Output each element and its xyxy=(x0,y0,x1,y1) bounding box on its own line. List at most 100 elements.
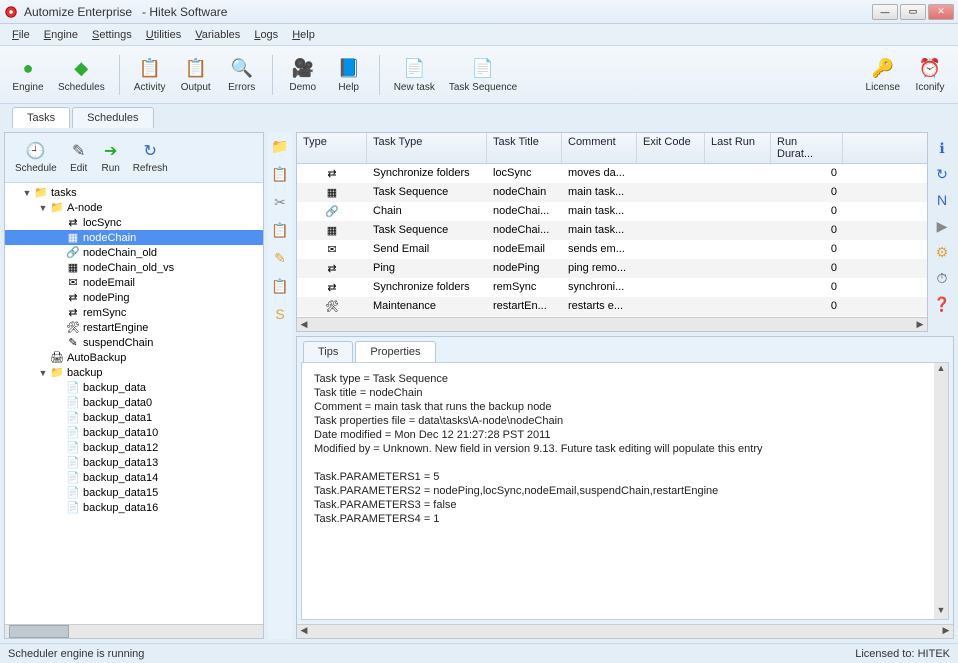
toolbar-errors[interactable]: 🔍Errors xyxy=(222,54,262,95)
tree-item-autobackup[interactable]: 🖨AutoBackup xyxy=(5,350,263,365)
mid-btn-3[interactable]: 📋 xyxy=(270,220,290,240)
maximize-button[interactable]: ▭ xyxy=(900,4,926,20)
status-right: Licensed to: HITEK xyxy=(855,648,950,660)
right-btn-0[interactable]: ℹ xyxy=(932,138,952,158)
right-btn-4[interactable]: ⚙ xyxy=(932,242,952,262)
tree-item-suspendchain[interactable]: ✎suspendChain xyxy=(5,335,263,350)
tree-item-nodechain[interactable]: ▦nodeChain xyxy=(5,230,263,245)
tree-item-backup_data0[interactable]: 📄backup_data0 xyxy=(5,395,263,410)
tree-item-nodechain_old_vs[interactable]: ▦nodeChain_old_vs xyxy=(5,260,263,275)
right-btn-1[interactable]: ↻ xyxy=(932,164,952,184)
tree-item-a-node[interactable]: ▼📁A-node xyxy=(5,200,263,215)
tree-item-locsync[interactable]: ⇄locSync xyxy=(5,215,263,230)
tree-item-backup[interactable]: ▼📁backup xyxy=(5,365,263,380)
task-tree[interactable]: ▼📁tasks▼📁A-node⇄locSync▦nodeChain🔗nodeCh… xyxy=(5,183,263,624)
left-tb-run[interactable]: ➔Run xyxy=(95,139,127,176)
table-row[interactable]: ⇄Synchronize folderslocSyncmoves da...0 xyxy=(297,164,927,183)
minimize-button[interactable]: — xyxy=(872,4,898,20)
tree-item-remsync[interactable]: ⇄remSync xyxy=(5,305,263,320)
menu-variables[interactable]: Variables xyxy=(189,27,246,43)
toolbar-iconify[interactable]: ⏰Iconify xyxy=(910,54,950,95)
properties-content: Task type = Task SequenceTask title = no… xyxy=(301,362,949,620)
menu-help[interactable]: Help xyxy=(286,27,321,43)
tree-item-nodeping[interactable]: ⇄nodePing xyxy=(5,290,263,305)
props-vscrollbar[interactable]: ▲▼ xyxy=(934,363,948,619)
property-line: Task properties file = data\tasks\A-node… xyxy=(314,415,936,427)
window-titlebar: Automize Enterprise - Hitek Software — ▭… xyxy=(0,0,958,24)
tree-hscrollbar[interactable] xyxy=(5,624,263,638)
left-tb-schedule[interactable]: 🕘Schedule xyxy=(9,139,63,176)
table-row[interactable]: 🛠MaintenancerestartEn...restarts e...0 xyxy=(297,297,927,316)
mid-btn-2[interactable]: ✂ xyxy=(270,192,290,212)
table-row[interactable]: ▦Task SequencenodeChai...main task...0 xyxy=(297,221,927,240)
toolbar-new-task[interactable]: 📄New task xyxy=(390,54,439,95)
toolbar-help[interactable]: 📘Help xyxy=(329,54,369,95)
table-row[interactable]: 🔗ChainnodeChai...main task...0 xyxy=(297,202,927,221)
tab-tips[interactable]: Tips xyxy=(303,341,353,362)
col-exit-code[interactable]: Exit Code xyxy=(637,133,705,163)
app-icon xyxy=(4,5,18,19)
toolbar-output[interactable]: 📋Output xyxy=(176,54,216,95)
col-comment[interactable]: Comment xyxy=(562,133,637,163)
col-task-title[interactable]: Task Title xyxy=(487,133,562,163)
props-hscrollbar[interactable]: ◀▶ xyxy=(297,624,953,638)
menu-logs[interactable]: Logs xyxy=(248,27,284,43)
menu-engine[interactable]: Engine xyxy=(38,27,84,43)
right-btn-5[interactable]: ⏱ xyxy=(932,268,952,288)
tree-item-backup_data1[interactable]: 📄backup_data1 xyxy=(5,410,263,425)
toolbar-task-sequence[interactable]: 📄Task Sequence xyxy=(445,54,521,95)
right-toolbar: ℹ ↻ N ▶ ⚙ ⏱ ❓ xyxy=(930,132,954,332)
col-run-durat-[interactable]: Run Durat... xyxy=(771,133,843,163)
tree-item-backup_data13[interactable]: 📄backup_data13 xyxy=(5,455,263,470)
left-tb-edit[interactable]: ✎Edit xyxy=(63,139,95,176)
property-line: Comment = main task that runs the backup… xyxy=(314,401,936,413)
col-task-type[interactable]: Task Type xyxy=(367,133,487,163)
property-line: Task type = Task Sequence xyxy=(314,373,936,385)
tree-item-nodeemail[interactable]: ✉nodeEmail xyxy=(5,275,263,290)
table-hscrollbar[interactable]: ◀▶ xyxy=(297,317,927,331)
tree-item-backup_data15[interactable]: 📄backup_data15 xyxy=(5,485,263,500)
tree-item-backup_data14[interactable]: 📄backup_data14 xyxy=(5,470,263,485)
toolbar-schedules[interactable]: ◆Schedules xyxy=(54,54,109,95)
right-btn-6[interactable]: ❓ xyxy=(932,294,952,314)
right-btn-2[interactable]: N xyxy=(932,190,952,210)
toolbar-activity[interactable]: 📋Activity xyxy=(130,54,170,95)
tree-item-restartengine[interactable]: 🛠restartEngine xyxy=(5,320,263,335)
property-line: Date modified = Mon Dec 12 21:27:28 PST … xyxy=(314,429,936,441)
right-btn-3[interactable]: ▶ xyxy=(932,216,952,236)
mid-btn-1[interactable]: 📋 xyxy=(270,164,290,184)
table-row[interactable]: ⇄PingnodePingping remo...0 xyxy=(297,259,927,278)
properties-panel: Tips Properties Task type = Task Sequenc… xyxy=(296,336,954,639)
toolbar-engine[interactable]: ●Engine xyxy=(8,54,48,95)
close-button[interactable]: ✕ xyxy=(928,4,954,20)
tree-item-backup_data10[interactable]: 📄backup_data10 xyxy=(5,425,263,440)
window-title-app: Automize Enterprise xyxy=(24,5,132,19)
tree-item-backup_data12[interactable]: 📄backup_data12 xyxy=(5,440,263,455)
property-line xyxy=(314,457,936,469)
table-row[interactable]: ▦Task SequencenodeChainmain task...0 xyxy=(297,183,927,202)
tree-item-tasks[interactable]: ▼📁tasks xyxy=(5,185,263,200)
mid-btn-0[interactable]: 📁 xyxy=(270,136,290,156)
menu-settings[interactable]: Settings xyxy=(86,27,138,43)
menu-file[interactable]: File xyxy=(6,27,36,43)
tab-schedules[interactable]: Schedules xyxy=(72,107,153,128)
status-left: Scheduler engine is running xyxy=(8,648,144,660)
col-type[interactable]: Type xyxy=(297,133,367,163)
main-tabs: Tasks Schedules xyxy=(0,104,958,128)
mid-btn-6[interactable]: S xyxy=(270,304,290,324)
toolbar-license[interactable]: 🔑License xyxy=(862,54,904,95)
menubar: FileEngineSettingsUtilitiesVariablesLogs… xyxy=(0,24,958,46)
col-last-run[interactable]: Last Run xyxy=(705,133,771,163)
menu-utilities[interactable]: Utilities xyxy=(140,27,187,43)
tree-item-backup_data[interactable]: 📄backup_data xyxy=(5,380,263,395)
left-tb-refresh[interactable]: ↻Refresh xyxy=(127,139,174,176)
toolbar-demo[interactable]: 🎥Demo xyxy=(283,54,323,95)
mid-btn-5[interactable]: 📋 xyxy=(270,276,290,296)
tab-tasks[interactable]: Tasks xyxy=(12,107,70,128)
tab-properties[interactable]: Properties xyxy=(355,341,435,362)
tree-item-backup_data16[interactable]: 📄backup_data16 xyxy=(5,500,263,515)
table-row[interactable]: ⇄Synchronize foldersremSyncsynchroni...0 xyxy=(297,278,927,297)
table-row[interactable]: ✉Send EmailnodeEmailsends em...0 xyxy=(297,240,927,259)
mid-btn-4[interactable]: ✎ xyxy=(270,248,290,268)
tree-item-nodechain_old[interactable]: 🔗nodeChain_old xyxy=(5,245,263,260)
